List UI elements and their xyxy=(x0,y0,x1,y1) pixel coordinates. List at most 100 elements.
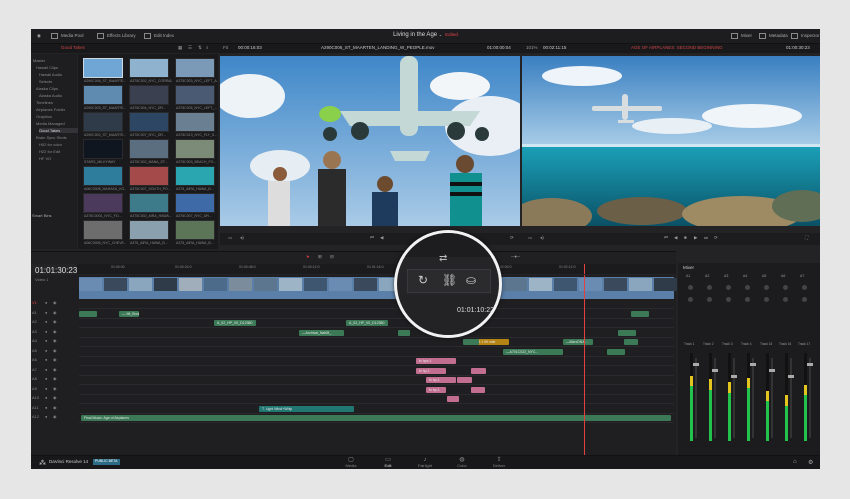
video-clip-thumb[interactable] xyxy=(229,278,252,291)
page-tab-edit[interactable]: ▭ Edit xyxy=(378,457,398,468)
mute-icon[interactable]: ● xyxy=(45,329,47,334)
clip-thumbnail[interactable]: A375C005_NYC_LEFT_... xyxy=(175,85,217,110)
fader-handle[interactable] xyxy=(750,363,756,366)
mixer-knob[interactable] xyxy=(802,285,807,290)
clip-thumbnail[interactable]: A375C013_NYC_FLY_S... xyxy=(175,112,217,137)
mixer-knob[interactable] xyxy=(688,297,693,302)
timeline-volume-icon[interactable]: ◂) xyxy=(540,235,544,241)
dynamic-trim-icon[interactable]: ↻ xyxy=(418,273,428,287)
mute-icon[interactable]: ● xyxy=(45,320,47,324)
mute-icon[interactable]: ● xyxy=(45,386,47,391)
video-clip-thumb[interactable] xyxy=(179,278,202,291)
mixer-knob[interactable] xyxy=(707,297,712,302)
solo-icon[interactable]: ◉ xyxy=(53,329,57,334)
mixer-knob[interactable] xyxy=(688,285,693,290)
timeline-clip[interactable]: A_02_HP_V0_D12380 xyxy=(346,320,388,326)
solo-icon[interactable]: ◉ xyxy=(53,348,57,353)
search-icon[interactable]: ⌕ xyxy=(206,45,209,51)
clip-thumbnail[interactable]: A290C003_ST_MAARTE... xyxy=(83,85,126,110)
mixer-knob[interactable] xyxy=(707,285,712,290)
clip-thumbnail[interactable]: STARS_MILKYWAY xyxy=(83,139,123,164)
bin-item[interactable]: H02 for color xyxy=(39,142,62,147)
mixer-knob[interactable] xyxy=(764,297,769,302)
video-clip-thumb[interactable] xyxy=(129,278,152,291)
flag-lock-icon[interactable]: ⛀ xyxy=(466,273,476,287)
mute-icon[interactable]: ● xyxy=(45,377,47,381)
mixer-knob[interactable] xyxy=(745,285,750,290)
mixer-knob[interactable] xyxy=(726,297,731,302)
bin-item[interactable]: Hawaii Clips xyxy=(36,65,58,70)
fader-handle[interactable] xyxy=(788,375,794,378)
solo-icon[interactable]: ◉ xyxy=(53,358,57,362)
mixer-knob[interactable] xyxy=(764,285,769,290)
solo-icon[interactable]: ◉ xyxy=(53,320,57,324)
mixer-button[interactable]: Mixer xyxy=(731,33,752,39)
play-icon[interactable]: ▶ xyxy=(694,235,697,241)
mute-icon[interactable]: ● xyxy=(45,415,47,419)
viewer-options-icon[interactable]: ▭ xyxy=(228,235,232,241)
fader[interactable] xyxy=(752,358,754,438)
link-icon[interactable]: ⛓ xyxy=(442,273,457,287)
fader-handle[interactable] xyxy=(769,369,775,372)
timeline-clip[interactable]: —MarxDNA... xyxy=(563,339,593,345)
clip-thumbnail[interactable]: A375C0001_NYC_FO... xyxy=(83,193,123,218)
mute-icon[interactable]: ● xyxy=(45,301,47,305)
bin-item[interactable]: Master xyxy=(33,58,45,63)
next-frame-icon[interactable]: ⏭ xyxy=(704,235,708,241)
timeline-clip[interactable] xyxy=(447,396,459,402)
clip-thumbnail[interactable]: A290C006_ST_MAARTE... xyxy=(83,58,126,83)
timeline-viewer[interactable] xyxy=(522,56,820,226)
timeline-clip[interactable] xyxy=(618,329,636,336)
mute-icon[interactable]: ● xyxy=(45,310,47,315)
video-clip-thumb[interactable] xyxy=(529,278,552,291)
fader-handle[interactable] xyxy=(693,363,699,366)
bin-item[interactable]: Alaska Clips xyxy=(36,86,58,91)
fader[interactable] xyxy=(790,358,792,438)
metadata-button[interactable]: Metadata xyxy=(759,33,788,39)
timeline-clip[interactable]: fx hpx-1 xyxy=(416,358,456,364)
chevron-down-icon[interactable]: ⌄ xyxy=(439,32,442,37)
timeline-options-icon[interactable]: ▭ xyxy=(528,235,532,241)
zoom-slider[interactable]: ─●─ xyxy=(511,254,520,260)
solo-icon[interactable]: ◉ xyxy=(53,301,57,305)
video-clip-thumb[interactable] xyxy=(104,278,127,291)
trim-tool-icon[interactable]: ⊞ xyxy=(318,254,322,260)
fader[interactable] xyxy=(695,358,697,438)
swap-icon[interactable]: ⇄ xyxy=(439,253,447,264)
mute-icon[interactable]: ● xyxy=(45,348,47,353)
bin-item[interactable]: Selects xyxy=(39,79,52,84)
loop-icon[interactable]: ⟳ xyxy=(714,235,718,241)
video-clip-thumb[interactable] xyxy=(354,278,377,291)
timeline-clip[interactable]: fx hp-1 xyxy=(426,377,456,383)
solo-icon[interactable]: ◉ xyxy=(53,339,57,343)
clip-thumbnail[interactable]: A375C003_NYC_LEFT_A... xyxy=(175,58,218,83)
timeline-clip[interactable] xyxy=(463,339,479,345)
timeline-clip[interactable] xyxy=(471,367,486,374)
list-view-icon[interactable]: ☰ xyxy=(188,45,192,51)
settings-icon[interactable]: ⚙ xyxy=(808,459,813,466)
clip-thumbnail[interactable]: A375_AIRA_HAWA_B... xyxy=(129,220,169,245)
solo-icon[interactable]: ◉ xyxy=(53,405,57,410)
timeline-clip[interactable]: —Archival_Nat08_ xyxy=(299,329,344,336)
video-clip-thumb[interactable] xyxy=(504,278,527,291)
page-tab-fairlight[interactable]: ♪ Fairlight xyxy=(415,457,435,468)
mute-icon[interactable]: ● xyxy=(45,358,47,362)
stop-icon[interactable]: ■ xyxy=(684,235,687,241)
clip-thumbnail[interactable]: A290C002_ST_MAARTE... xyxy=(83,112,126,137)
timeline-clip[interactable] xyxy=(457,377,472,383)
video-clip-thumb[interactable] xyxy=(554,278,577,291)
video-clip-thumb[interactable] xyxy=(329,278,352,291)
video-clip-thumb[interactable] xyxy=(304,278,327,291)
grid-view-icon[interactable]: ▦ xyxy=(178,45,182,51)
prev-frame-icon[interactable]: ⏮ xyxy=(664,235,668,241)
reverse-icon[interactable]: ◀ xyxy=(674,235,677,241)
page-tab-color[interactable]: ◍ Color xyxy=(452,457,472,468)
page-tab-deliver[interactable]: ⇪ Deliver xyxy=(489,457,509,468)
timeline-clip[interactable]: — Mt_Broken... xyxy=(119,310,139,317)
clip-thumbnail[interactable]: A375C007_NYC_DR... xyxy=(175,193,215,218)
play-reverse-icon[interactable]: ◀ xyxy=(380,235,383,241)
timeline-playhead[interactable] xyxy=(584,275,585,455)
video-clip-thumb[interactable] xyxy=(654,278,677,291)
clip-thumbnail[interactable]: A06C0008_MAHAKA_KO... xyxy=(83,166,126,191)
video-clip-thumb[interactable] xyxy=(154,278,177,291)
